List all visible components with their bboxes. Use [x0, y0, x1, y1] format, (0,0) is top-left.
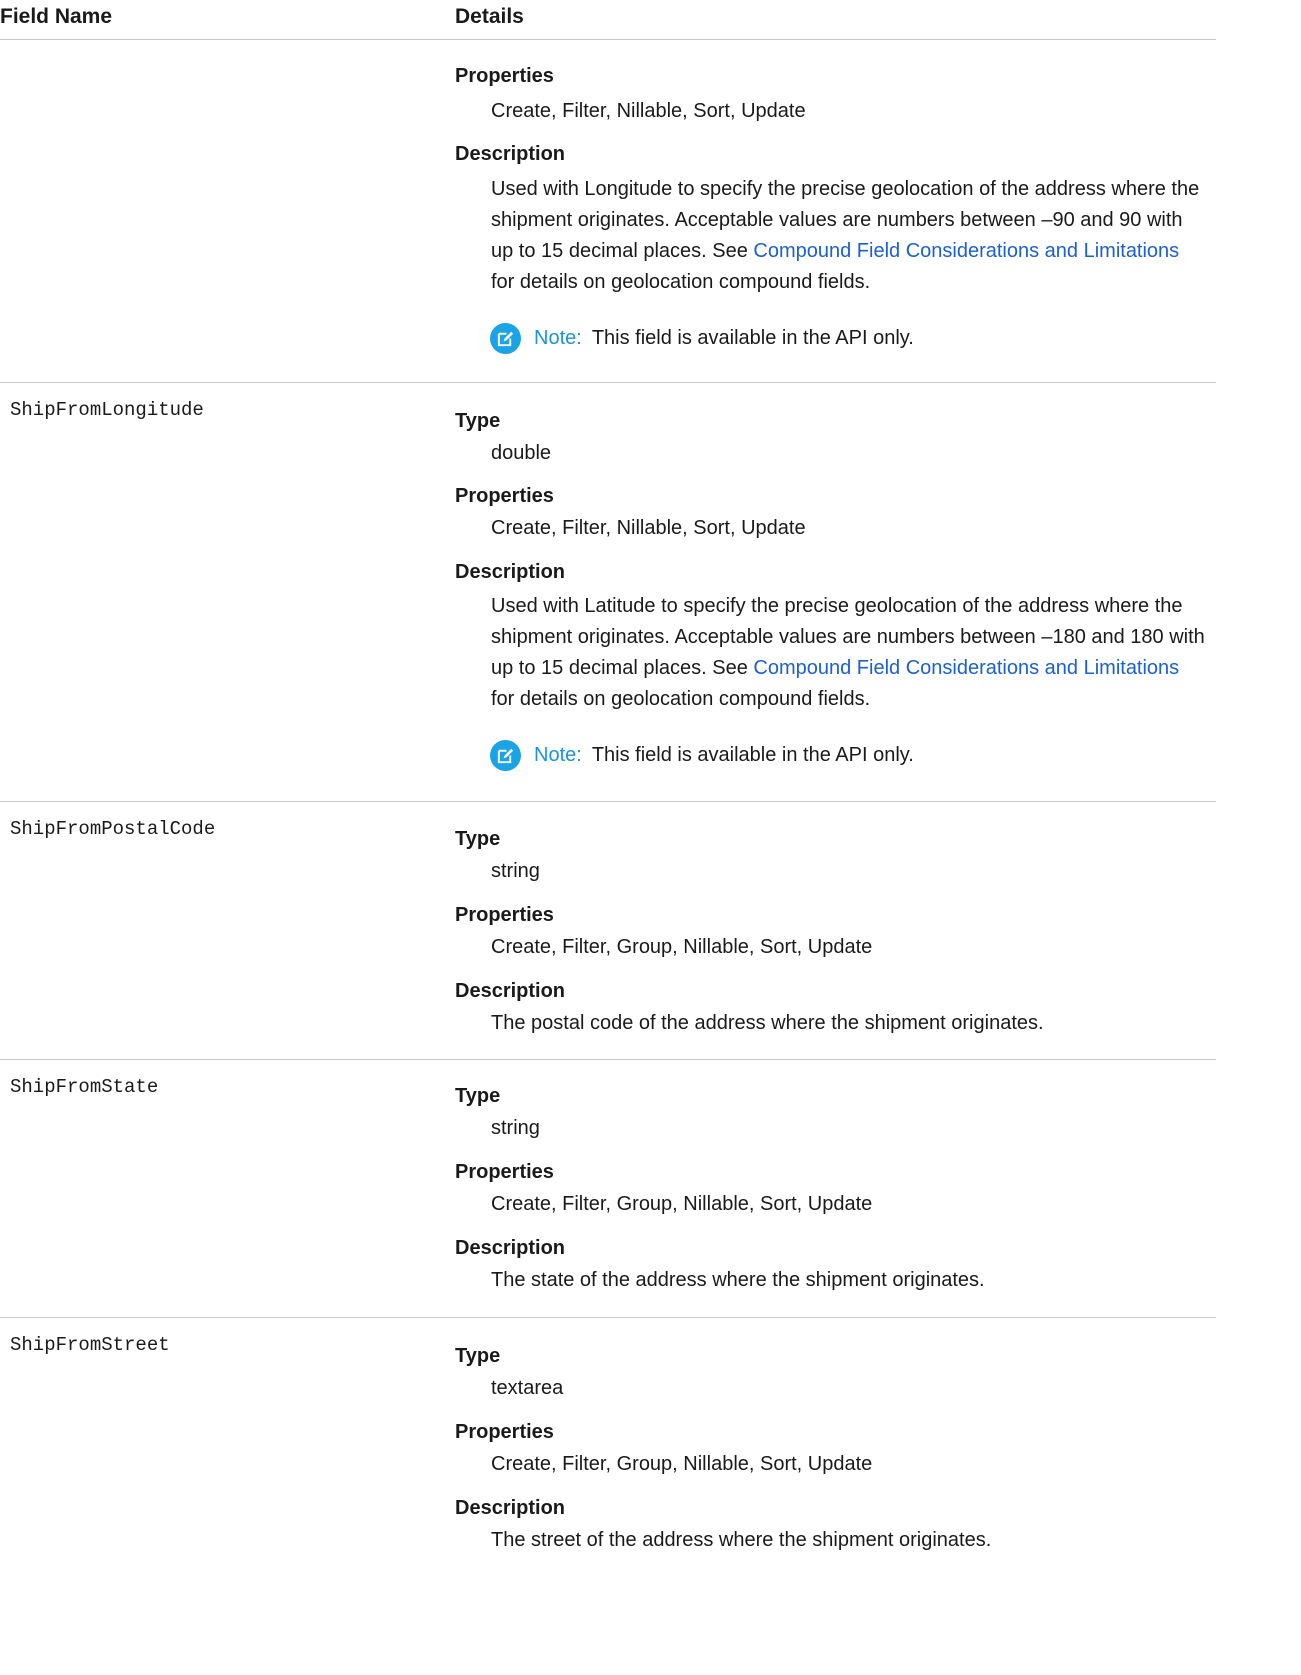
column-header-field-name: Field Name — [0, 5, 113, 28]
type-label: Type — [455, 410, 501, 432]
description-value: Used with Latitude to specify the precis… — [491, 591, 1219, 715]
properties-label: Properties — [455, 904, 554, 926]
description-line: shipment originates. Acceptable values a… — [491, 209, 1183, 231]
description-value: Used with Longitude to specify the preci… — [491, 174, 1219, 298]
type-value: double — [491, 442, 552, 464]
properties-label: Properties — [455, 485, 554, 507]
note-callout: Note: This field is available in the API… — [490, 739, 914, 771]
note-callout: Note: This field is available in the API… — [490, 322, 914, 354]
note-label: Note: — [534, 743, 582, 766]
description-line: Used with Latitude to specify the precis… — [491, 595, 1183, 617]
type-label: Type — [455, 1085, 501, 1107]
properties-label: Properties — [455, 1161, 554, 1183]
type-label: Type — [455, 828, 501, 850]
description-line: for details on geolocation compound fiel… — [491, 271, 871, 293]
type-value: string — [491, 860, 540, 882]
field-name: ShipFromStreet — [10, 1334, 170, 1356]
type-value: string — [491, 1117, 540, 1139]
description-label: Description — [455, 1237, 566, 1259]
table-row: ShipFromPostalCode Type string Propertie… — [0, 802, 1216, 1060]
note-text: This field is available in the API only. — [591, 326, 914, 349]
table-row: ShipFromStreet Type textarea Properties … — [0, 1318, 1216, 1578]
edit-note-icon — [490, 739, 521, 771]
properties-value: Create, Filter, Group, Nillable, Sort, U… — [491, 1193, 873, 1215]
note-label: Note: — [534, 326, 582, 349]
description-label: Description — [455, 143, 566, 165]
type-value: textarea — [491, 1377, 564, 1399]
field-name: ShipFromLongitude — [10, 399, 204, 421]
description-label: Description — [455, 1497, 566, 1519]
description-line: up to 15 decimal places. See — [491, 240, 754, 262]
description-line: Used with Longitude to specify the preci… — [491, 178, 1200, 200]
properties-value: Create, Filter, Nillable, Sort, Update — [491, 517, 806, 539]
compound-field-link[interactable]: Compound Field Considerations and Limita… — [753, 657, 1179, 679]
note-text: This field is available in the API only. — [591, 743, 914, 766]
properties-value: Create, Filter, Nillable, Sort, Update — [491, 100, 806, 122]
table-header: Field Name Details — [0, 0, 1216, 40]
table-row: ShipFromLongitude Type double Properties… — [0, 383, 1216, 802]
properties-value: Create, Filter, Group, Nillable, Sort, U… — [491, 936, 873, 958]
field-name: ShipFromPostalCode — [10, 818, 216, 840]
type-label: Type — [455, 1345, 501, 1367]
table-row: Properties Create, Filter, Nillable, Sor… — [0, 41, 1216, 383]
description-line: up to 15 decimal places. See — [491, 657, 754, 679]
description-label: Description — [455, 980, 566, 1002]
table-row: ShipFromState Type string Properties Cre… — [0, 1060, 1216, 1318]
description-value: The state of the address where the shipm… — [491, 1269, 985, 1291]
description-value: The street of the address where the ship… — [491, 1529, 992, 1551]
properties-value: Create, Filter, Group, Nillable, Sort, U… — [491, 1453, 873, 1475]
description-label: Description — [455, 561, 566, 583]
edit-note-icon — [490, 322, 521, 354]
properties-label: Properties — [455, 1421, 554, 1443]
field-name: ShipFromState — [10, 1076, 159, 1098]
properties-label: Properties — [455, 65, 554, 87]
description-value: The postal code of the address where the… — [491, 1012, 1044, 1034]
description-line: shipment originates. Acceptable values a… — [491, 626, 1205, 648]
compound-field-link[interactable]: Compound Field Considerations and Limita… — [753, 240, 1179, 262]
column-header-details: Details — [455, 5, 524, 28]
description-line: for details on geolocation compound fiel… — [491, 688, 871, 710]
